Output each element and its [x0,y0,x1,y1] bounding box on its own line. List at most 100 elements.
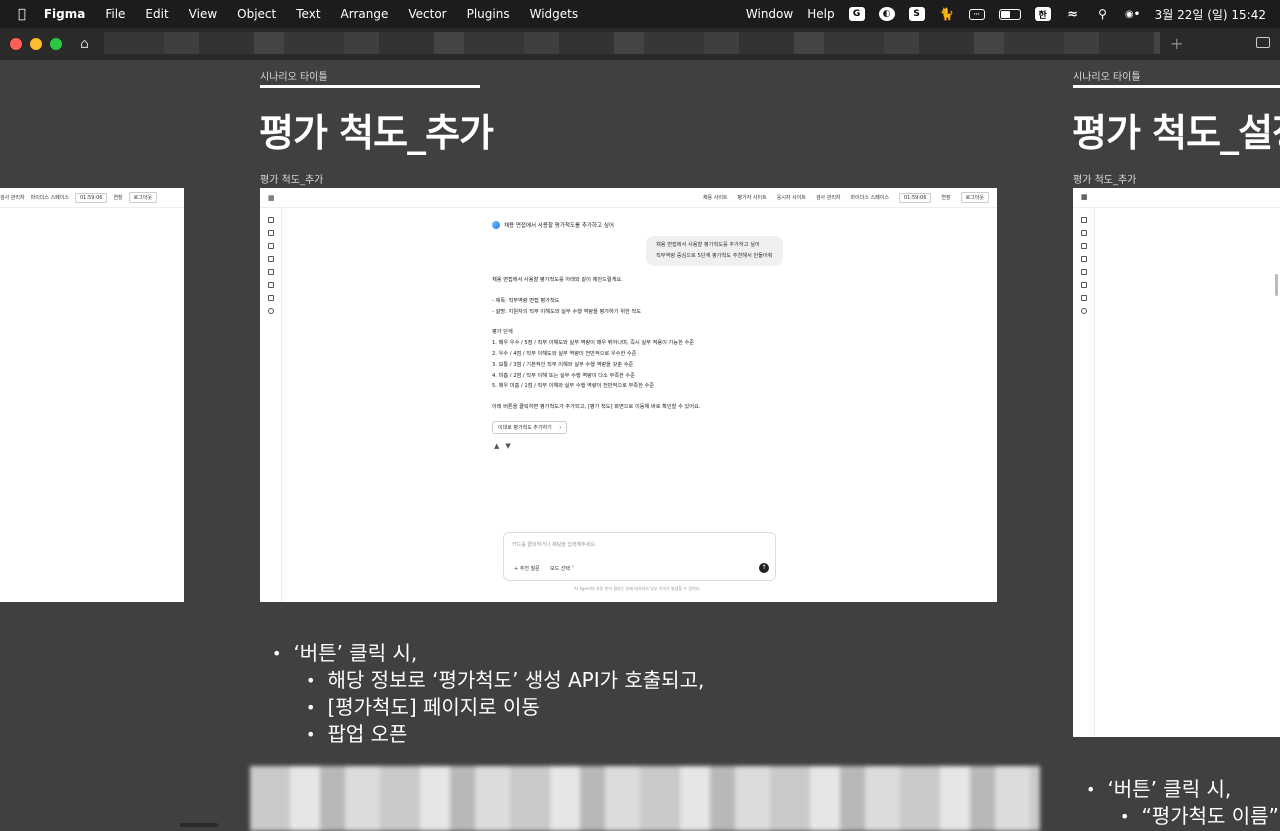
menu-view[interactable]: View [189,7,217,21]
gear-icon[interactable] [1081,308,1087,314]
section-label-2: 시나리오 타이틀 [1073,72,1141,83]
space-selector[interactable]: 마이더스 스페이스 [851,194,889,201]
battery-icon[interactable] [998,8,1021,20]
mode-select[interactable]: 모드 선택 ˅ [550,565,574,572]
input-source-icon[interactable]: 한 [1034,7,1051,21]
settings-box-icon[interactable] [1081,269,1087,275]
frame-label-2: 평가 척도_추가 [1073,175,1137,186]
extend-button[interactable]: 연장 [113,194,122,201]
menu-help[interactable]: Help [807,7,834,21]
wifi-icon[interactable]: ≈ [1065,7,1081,22]
grid-icon[interactable]: ▦ [268,194,275,202]
notes-1: • ‘버튼’ 클릭 시, • 해당 정보로 ‘평가척도’ 생성 API가 호출되고,… [272,641,705,746]
tab-strip[interactable] [104,32,1160,54]
browser-tab-bar: ⌂ + [0,28,1280,60]
inner-topbar: ▦ 채용 사이트 평가자 사이트 응시자 사이트 검사 관리자 마이더스 스페이… [260,188,997,208]
calendar-icon[interactable] [268,282,274,288]
table-icon[interactable] [1081,243,1087,249]
gear-icon[interactable] [268,308,274,314]
disclaimer: AI Agent의 자동 분석 결과는 실제 데이터와 일부 차이가 발생할 수… [574,586,701,591]
calendar-icon[interactable] [1081,282,1087,288]
blurred-content [250,766,1040,831]
inner-topbar-2: ▦ [1073,188,1280,208]
agent-avatar-icon [492,221,500,229]
agent-reply: 채용 면접에서 사용할 평가척도를 아래와 같이 제안드릴게요. - 제목: 직… [492,277,701,411]
right-frame[interactable]: ▦ [1073,188,1280,737]
left-frame[interactable]: 검사 관리자 마이더스 스페이스 01:59:06 연장 로그아웃 [0,188,184,602]
menu-window[interactable]: Window [746,7,793,21]
user-message: 채용 면접에서 사용할 평가척도를 추가하고 싶어 직무역량 중심으로 5단계 … [646,236,783,266]
figma-canvas[interactable]: 검사 관리자 마이더스 스페이스 01:59:06 연장 로그아웃 시나리오 타… [0,60,1280,831]
menu-plugins[interactable]: Plugins [467,7,510,21]
menu-vector[interactable]: Vector [408,7,446,21]
home-icon[interactable]: ⌂ [80,36,89,52]
chat-input-box[interactable]: 카드를 클릭하거나 채팅을 입력해주세요. + 추천 질문 모드 선택 ˅ ↑ [503,532,776,581]
chat-input-placeholder[interactable]: 카드를 클릭하거나 채팅을 입력해주세요. [512,541,597,548]
keyboard-icon[interactable]: ⋯ [968,8,985,20]
sidebar-toggle-icon[interactable] [1256,37,1270,48]
close-window-button[interactable] [10,38,22,50]
bullet: • [272,644,282,663]
clock[interactable]: 3월 22일 (일) 15:42 [1155,6,1266,23]
apple-menu-icon[interactable]:  [18,7,26,22]
send-button[interactable]: ↑ [759,563,769,573]
s-app-icon[interactable]: S [908,7,925,21]
nav-evaluator[interactable]: 평가자 사이트 [738,194,767,201]
chat-icon[interactable] [1081,256,1087,262]
thumbs-up-icon[interactable]: ▲ [494,442,499,450]
frame-label: 평가 척도_추가 [260,175,324,186]
step-item: 2. 우수 / 4점 / 직무 이해도와 실무 역량이 전반적으로 우수한 수준 [492,350,637,357]
nav-space[interactable]: 마이더스 스페이스 [31,194,69,201]
control-center-icon[interactable]: ◉• [1125,7,1141,21]
bullet: • [306,725,316,744]
menu-figma[interactable]: Figma [44,7,86,21]
main-frame[interactable]: ▦ 채용 사이트 평가자 사이트 응시자 사이트 검사 관리자 마이더스 스페이… [260,188,997,602]
macos-menubar:  Figma File Edit View Object Text Arran… [0,0,1280,28]
grid-icon[interactable]: ▦ [1081,193,1088,201]
step-item: 3. 보통 / 3점 / 기본적인 직무 이해와 실무 수행 역량을 갖춘 수준 [492,361,634,368]
home-icon[interactable] [268,217,274,223]
logout-button[interactable]: 로그아웃 [960,192,989,203]
menu-object[interactable]: Object [237,7,276,21]
menu-widgets[interactable]: Widgets [530,7,579,21]
recommend-button[interactable]: + 추천 질문 [514,565,540,572]
feedback: ▲ ▼ [494,442,511,450]
chevron-right-icon: › [559,425,562,431]
maximize-window-button[interactable] [50,38,62,50]
bullet: • [1120,807,1130,826]
logout-button[interactable]: 로그아웃 [128,192,158,203]
nav-applicant[interactable]: 응시자 사이트 [777,194,806,201]
menu-edit[interactable]: Edit [145,7,168,21]
extend-button[interactable]: 연장 [941,194,950,201]
menu-arrange[interactable]: Arrange [341,7,389,21]
link-icon[interactable] [1081,230,1087,236]
dock-handle[interactable] [180,823,218,827]
page-title-2: 평가 척도_설정 [1072,111,1280,155]
home-icon[interactable] [1081,217,1087,223]
section-underline-2 [1073,85,1280,88]
cat-icon[interactable]: 🐈 [939,7,955,21]
table-icon[interactable] [268,243,274,249]
nav-admin[interactable]: 검사 관리자 [0,194,25,201]
scrollbar[interactable] [1275,274,1278,296]
nav-admin[interactable]: 검사 관리자 [816,194,841,201]
menu-file[interactable]: File [105,7,125,21]
add-scale-button[interactable]: 이대로 평가척도 추가하기 › [492,421,568,434]
minimize-window-button[interactable] [30,38,42,50]
inner-sidebar [260,208,282,602]
thumbs-down-icon[interactable]: ▼ [505,442,510,450]
timer: 01:59:06 [74,192,108,203]
page-title: 평가 척도_추가 [259,111,494,155]
new-tab-icon[interactable]: + [1170,34,1183,53]
vpn-icon[interactable]: ◐ [878,7,895,21]
chat-icon[interactable] [268,256,274,262]
link-icon[interactable] [268,230,274,236]
grammarly-icon[interactable]: G [848,7,865,21]
nav-recruit[interactable]: 채용 사이트 [703,194,728,201]
inner-sidebar-2 [1073,208,1095,737]
settings-box-icon[interactable] [268,269,274,275]
chart-icon[interactable] [268,295,274,301]
chart-icon[interactable] [1081,295,1087,301]
menu-text[interactable]: Text [296,7,320,21]
search-icon[interactable]: ⚲ [1095,7,1111,21]
